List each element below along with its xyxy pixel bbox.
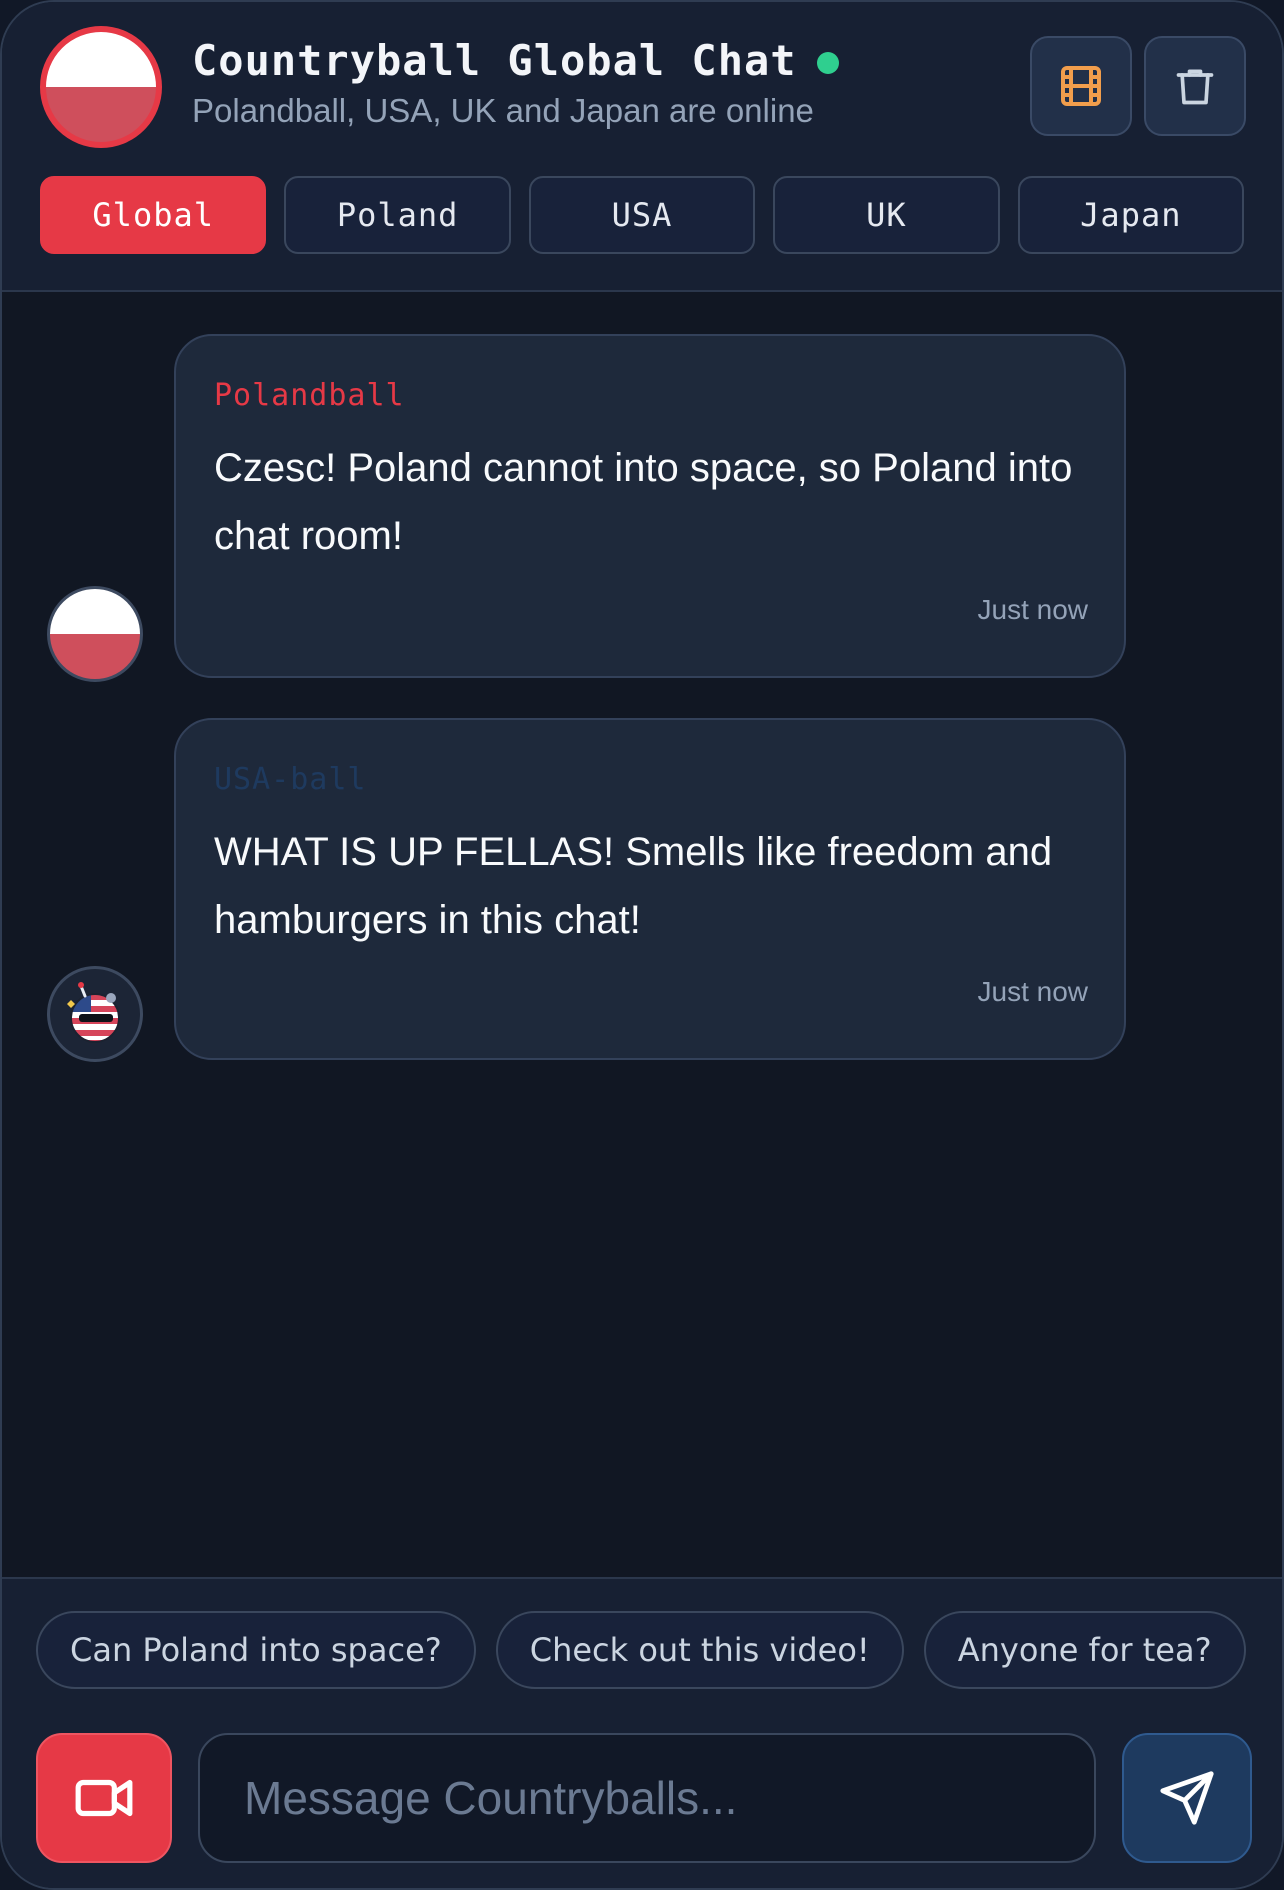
clear-chat-button[interactable] xyxy=(1144,36,1246,136)
tab-usa[interactable]: USA xyxy=(528,176,756,254)
composer-area: Can Poland into space? Check out this vi… xyxy=(2,1577,1282,1888)
message-bubble: Polandball Czesc! Poland cannot into spa… xyxy=(174,334,1126,678)
message-bubble: USA-ball WHAT IS UP FELLAS! Smells like … xyxy=(174,718,1126,1060)
tab-uk[interactable]: UK xyxy=(773,176,1000,254)
chat-header: Countryball Global Chat Polandball, USA,… xyxy=(2,2,1282,292)
polandball-avatar xyxy=(40,26,162,148)
video-call-button[interactable] xyxy=(36,1733,172,1863)
message-list[interactable]: Polandball Czesc! Poland cannot into spa… xyxy=(2,294,1282,1577)
tab-poland[interactable]: Poland xyxy=(284,176,511,254)
send-button[interactable] xyxy=(1122,1733,1252,1863)
usaball-icon xyxy=(67,982,120,1043)
message-timestamp: Just now xyxy=(977,594,1089,625)
quick-reply-chip[interactable]: Can Poland into space? xyxy=(36,1611,476,1689)
message-sender: Polandball xyxy=(214,378,405,413)
film-icon xyxy=(1061,66,1101,106)
message-timestamp: Just now xyxy=(977,976,1089,1007)
online-members-text: Polandball, USA, UK and Japan are online xyxy=(192,92,814,129)
quick-replies[interactable]: Can Poland into space? Check out this vi… xyxy=(36,1611,1252,1691)
message-text: WHAT IS UP FELLAS! Smells like freedom a… xyxy=(214,830,1053,942)
message-text: Czesc! Poland cannot into space, so Pola… xyxy=(214,446,1073,558)
chat-title: Countryball Global Chat xyxy=(192,36,797,85)
title-row: Countryball Global Chat xyxy=(192,36,839,85)
tab-japan[interactable]: Japan xyxy=(1017,176,1245,254)
usaball-avatar xyxy=(47,966,143,1062)
quick-reply-chip[interactable]: Check out this video! xyxy=(495,1611,904,1689)
tab-global[interactable]: Global xyxy=(40,176,267,254)
send-icon xyxy=(1160,1771,1214,1825)
online-status-icon xyxy=(816,51,839,74)
chat-app: Countryball Global Chat Polandball, USA,… xyxy=(0,0,1284,1890)
message-input[interactable] xyxy=(198,1733,1096,1863)
polandball-avatar xyxy=(47,586,143,682)
channel-tabs: Global Poland USA UK Japan xyxy=(40,176,1245,254)
quick-reply-chip[interactable]: Anyone for tea? xyxy=(923,1611,1246,1689)
video-gallery-button[interactable] xyxy=(1030,36,1132,136)
message-sender: USA-ball xyxy=(214,762,367,797)
trash-icon xyxy=(1176,69,1214,105)
video-camera-icon xyxy=(75,1779,133,1817)
